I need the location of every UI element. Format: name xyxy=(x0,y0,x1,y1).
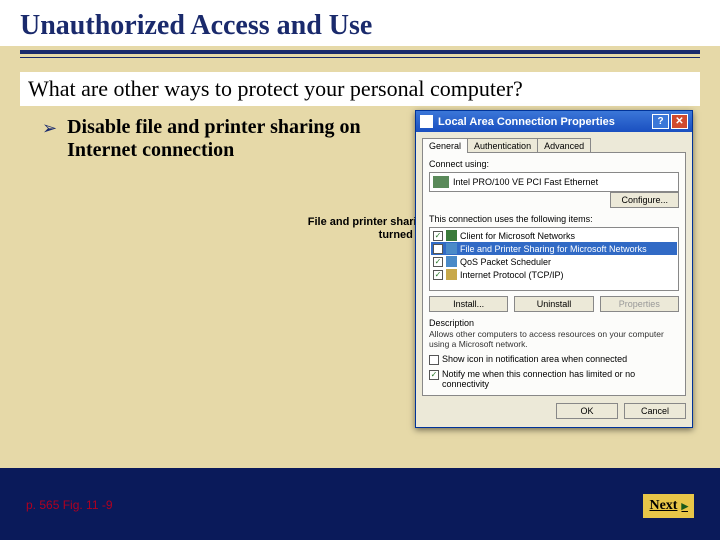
adapter-icon xyxy=(433,176,449,188)
dialog-tabs: General Authentication Advanced xyxy=(422,138,686,153)
items-listbox[interactable]: ✓ Client for Microsoft Networks File and… xyxy=(429,227,679,291)
share-icon xyxy=(446,243,457,254)
question-text: What are other ways to protect your pers… xyxy=(28,76,523,101)
content-area: ➢ Disable file and printer sharing on In… xyxy=(20,106,700,162)
close-button[interactable]: ✕ xyxy=(671,114,688,129)
tab-advanced[interactable]: Advanced xyxy=(537,138,591,153)
bullet-block: ➢ Disable file and printer sharing on In… xyxy=(20,106,380,162)
slide-title: Unauthorized Access and Use xyxy=(20,10,700,42)
items-label: This connection uses the following items… xyxy=(429,214,679,224)
question-row: What are other ways to protect your pers… xyxy=(20,72,700,106)
description-group: Description Allows other computers to ac… xyxy=(429,318,679,350)
configure-button[interactable]: Configure... xyxy=(610,192,679,208)
show-icon-label: Show icon in notification area when conn… xyxy=(442,354,627,364)
help-button[interactable]: ? xyxy=(652,114,669,129)
notify-row[interactable]: ✓ Notify me when this connection has lim… xyxy=(429,369,679,389)
items-group: This connection uses the following items… xyxy=(429,214,679,312)
list-item[interactable]: File and Printer Sharing for Microsoft N… xyxy=(431,242,677,255)
client-icon xyxy=(446,230,457,241)
checkbox-icon[interactable]: ✓ xyxy=(433,257,443,267)
item-label: Client for Microsoft Networks xyxy=(460,231,575,241)
tab-general[interactable]: General xyxy=(422,138,468,153)
description-text: Allows other computers to access resourc… xyxy=(429,330,679,350)
tab-authentication[interactable]: Authentication xyxy=(467,138,538,153)
list-item[interactable]: ✓ Internet Protocol (TCP/IP) xyxy=(431,268,677,281)
item-label: QoS Packet Scheduler xyxy=(460,257,551,267)
cancel-button[interactable]: Cancel xyxy=(624,403,686,419)
adapter-row: Intel PRO/100 VE PCI Fast Ethernet xyxy=(429,172,679,192)
dialog-title: Local Area Connection Properties xyxy=(438,116,615,128)
properties-button[interactable]: Properties xyxy=(600,296,679,312)
item-label: File and Printer Sharing for Microsoft N… xyxy=(460,244,647,254)
qos-icon xyxy=(446,256,457,267)
adapter-name: Intel PRO/100 VE PCI Fast Ethernet xyxy=(453,177,598,187)
ok-button[interactable]: OK xyxy=(556,403,618,419)
item-label: Internet Protocol (TCP/IP) xyxy=(460,270,564,280)
uninstall-button[interactable]: Uninstall xyxy=(514,296,593,312)
next-button[interactable]: Next ▸ xyxy=(643,494,694,518)
chevron-icon: ➢ xyxy=(42,118,57,162)
checkbox-icon[interactable]: ✓ xyxy=(429,370,439,380)
dialog-footer: OK Cancel xyxy=(416,403,692,427)
dialog-body: Connect using: Intel PRO/100 VE PCI Fast… xyxy=(422,152,686,396)
notify-label: Notify me when this connection has limit… xyxy=(442,369,679,389)
callout-label: File and printer sharing turned off xyxy=(280,216,430,241)
dialog-titlebar[interactable]: Local Area Connection Properties ? ✕ xyxy=(416,111,692,132)
connection-icon xyxy=(420,115,433,128)
list-item[interactable]: ✓ Client for Microsoft Networks xyxy=(431,229,677,242)
title-underline xyxy=(20,50,700,58)
description-label: Description xyxy=(429,318,679,328)
connect-using-label: Connect using: xyxy=(429,159,679,169)
page-reference: p. 565 Fig. 11 -9 xyxy=(26,498,113,512)
checkbox-icon[interactable]: ✓ xyxy=(433,231,443,241)
connect-using-group: Connect using: Intel PRO/100 VE PCI Fast… xyxy=(429,159,679,208)
tcpip-icon xyxy=(446,269,457,280)
checkbox-icon[interactable] xyxy=(433,244,443,254)
bullet-text: Disable file and printer sharing on Inte… xyxy=(67,116,380,162)
show-icon-row[interactable]: Show icon in notification area when conn… xyxy=(429,354,679,365)
checkbox-icon[interactable]: ✓ xyxy=(433,270,443,280)
list-item[interactable]: ✓ QoS Packet Scheduler xyxy=(431,255,677,268)
item-buttons: Install... Uninstall Properties xyxy=(429,296,679,312)
properties-dialog: Local Area Connection Properties ? ✕ Gen… xyxy=(415,110,693,428)
install-button[interactable]: Install... xyxy=(429,296,508,312)
title-bar: Unauthorized Access and Use xyxy=(0,0,720,46)
checkbox-icon[interactable] xyxy=(429,355,439,365)
next-label: Next xyxy=(649,498,677,514)
arrow-right-icon: ▸ xyxy=(681,498,688,514)
